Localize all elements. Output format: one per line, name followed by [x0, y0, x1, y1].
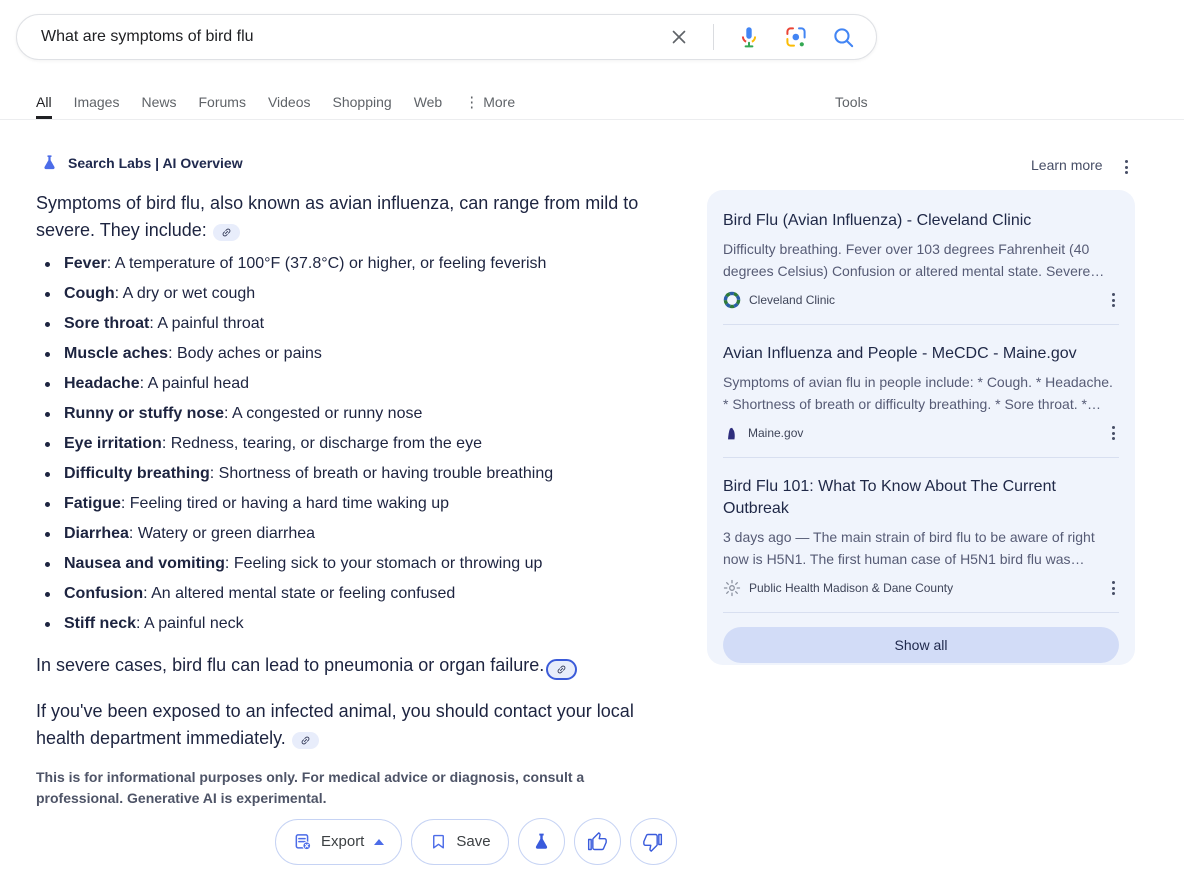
export-doc-icon	[293, 832, 313, 852]
list-item: Headache: A painful head	[36, 369, 674, 399]
list-item: Sore throat: A painful throat	[36, 309, 674, 339]
card-menu-icon[interactable]	[1108, 289, 1119, 311]
card-divider	[723, 612, 1119, 613]
tab-web[interactable]: Web	[414, 84, 443, 119]
source-snippet: Symptoms of avian flu in people include:…	[723, 371, 1119, 415]
source-name: Maine.gov	[748, 426, 1100, 440]
list-item: Confusion: An altered mental state or fe…	[36, 579, 674, 609]
clear-icon[interactable]	[668, 26, 690, 48]
source-card[interactable]: Bird Flu (Avian Influenza) - Cleveland C…	[723, 206, 1119, 310]
tab-all[interactable]: All	[36, 84, 52, 119]
thumb-up-icon	[587, 832, 607, 852]
severe-note-paragraph: In severe cases, bird flu can lead to pn…	[36, 651, 674, 680]
lens-icon[interactable]	[784, 25, 808, 49]
citation-link-icon[interactable]	[292, 732, 319, 749]
ai-overview-header: Search Labs | AI Overview	[40, 153, 243, 172]
source-name: Cleveland Clinic	[749, 293, 1100, 307]
show-all-button[interactable]: Show all	[723, 627, 1119, 663]
learn-more-link[interactable]: Learn more	[1031, 157, 1103, 173]
search-bar[interactable]: What are symptoms of bird flu	[16, 14, 877, 60]
save-button[interactable]: Save	[411, 819, 508, 865]
list-item: Fatigue: Feeling tired or having a hard …	[36, 489, 674, 519]
tab-more[interactable]: ⋮ More	[464, 84, 515, 119]
thumb-down-button[interactable]	[630, 818, 677, 865]
tab-images[interactable]: Images	[74, 84, 120, 119]
labs-flask-icon	[531, 831, 552, 852]
source-title[interactable]: Avian Influenza and People - MeCDC - Mai…	[723, 343, 1119, 365]
list-item: Cough: A dry or wet cough	[36, 279, 674, 309]
list-item: Fever: A temperature of 100°F (37.8°C) o…	[36, 249, 674, 279]
card-menu-icon[interactable]	[1108, 577, 1119, 599]
overview-menu-icon[interactable]	[1121, 156, 1132, 178]
source-card[interactable]: Avian Influenza and People - MeCDC - Mai…	[723, 339, 1119, 443]
source-name: Public Health Madison & Dane County	[749, 581, 1100, 595]
source-title[interactable]: Bird Flu 101: What To Know About The Cur…	[723, 476, 1119, 520]
list-item: Runny or stuffy nose: A congested or run…	[36, 399, 674, 429]
bookmark-icon	[429, 832, 448, 851]
citation-link-icon[interactable]	[213, 224, 240, 241]
list-item: Difficulty breathing: Shortness of breat…	[36, 459, 674, 489]
cleveland-clinic-ring-logo	[723, 291, 741, 309]
search-input[interactable]: What are symptoms of bird flu	[41, 28, 668, 46]
tab-shopping[interactable]: Shopping	[333, 84, 392, 119]
answer-actions: Export Save	[275, 818, 677, 865]
list-item: Eye irritation: Redness, tearing, or dis…	[36, 429, 674, 459]
vertical-ellipsis-icon: ⋮	[464, 93, 479, 111]
ai-overview-title: Search Labs | AI Overview	[68, 155, 243, 171]
maine-state-logo	[723, 425, 740, 442]
intro-paragraph: Symptoms of bird flu, also known as avia…	[36, 190, 674, 244]
tab-forums[interactable]: Forums	[199, 84, 246, 119]
source-title[interactable]: Bird Flu (Avian Influenza) - Cleveland C…	[723, 210, 1119, 232]
search-bar-divider	[713, 24, 714, 50]
export-button[interactable]: Export	[275, 819, 402, 865]
ai-overview-answer: Symptoms of bird flu, also known as avia…	[36, 190, 674, 809]
disclaimer-text: This is for informational purposes only.…	[36, 767, 674, 809]
symptom-list: Fever: A temperature of 100°F (37.8°C) o…	[36, 249, 674, 639]
source-snippet: Difficulty breathing. Fever over 103 deg…	[723, 238, 1119, 282]
results-tab-bar: All Images News Forums Videos Shopping W…	[0, 84, 1184, 120]
list-item: Stiff neck: A painful neck	[36, 609, 674, 639]
list-item: Diarrhea: Watery or green diarrhea	[36, 519, 674, 549]
thumb-up-button[interactable]	[574, 818, 621, 865]
caret-up-icon	[374, 839, 384, 845]
search-icon[interactable]	[831, 25, 856, 50]
card-divider	[723, 324, 1119, 325]
labs-flask-button[interactable]	[518, 818, 565, 865]
thumb-down-icon	[643, 832, 663, 852]
source-snippet: 3 days ago — The main strain of bird flu…	[723, 526, 1119, 570]
tab-videos[interactable]: Videos	[268, 84, 311, 119]
sources-panel: Bird Flu (Avian Influenza) - Cleveland C…	[707, 190, 1135, 665]
tab-news[interactable]: News	[141, 84, 176, 119]
exposure-note-paragraph: If you've been exposed to an infected an…	[36, 698, 674, 752]
labs-flask-icon	[40, 153, 59, 172]
card-menu-icon[interactable]	[1108, 422, 1119, 444]
tools-button[interactable]: Tools	[835, 84, 868, 119]
list-item: Muscle aches: Body aches or pains	[36, 339, 674, 369]
citation-link-icon[interactable]	[546, 659, 577, 680]
source-card[interactable]: Bird Flu 101: What To Know About The Cur…	[723, 472, 1119, 598]
sunburst-logo	[723, 579, 741, 597]
mic-icon[interactable]	[737, 25, 761, 49]
list-item: Nausea and vomiting: Feeling sick to you…	[36, 549, 674, 579]
card-divider	[723, 457, 1119, 458]
